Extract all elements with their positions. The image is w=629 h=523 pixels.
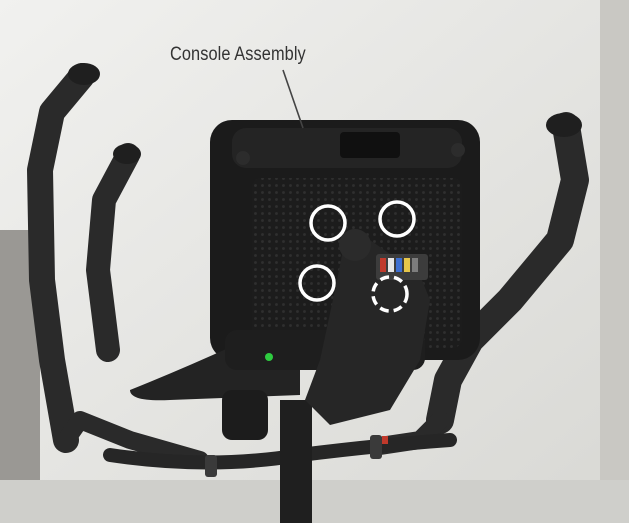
console-knob (222, 390, 268, 440)
wire-harness (376, 254, 428, 280)
floor-shadow (0, 480, 629, 523)
mount-screw-tl (236, 151, 250, 165)
clamp-right (370, 435, 382, 459)
red-connector (382, 436, 388, 444)
arm-pivot (339, 229, 371, 261)
right-grip-cap (546, 113, 582, 137)
console-assembly-label: Console Assembly (170, 44, 306, 65)
left-grip-cap-1 (68, 63, 100, 85)
mount-screw-tr (451, 143, 465, 157)
clamp-left (205, 455, 217, 477)
product-photo: Console Assembly (0, 0, 629, 523)
left-grip-cap-2 (113, 144, 141, 164)
center-post (280, 400, 312, 523)
power-indicator-light (265, 353, 273, 361)
console-display-slot (340, 132, 400, 158)
shelf-right (600, 0, 629, 523)
